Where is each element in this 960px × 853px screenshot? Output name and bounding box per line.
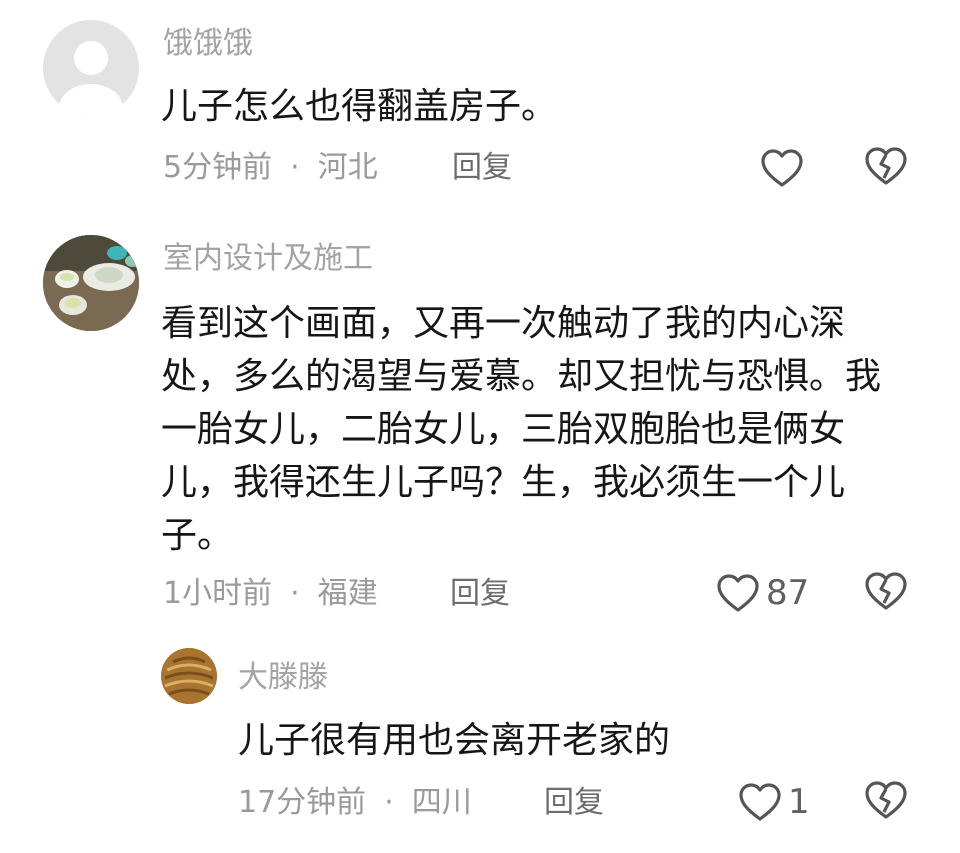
comment-time: 5分钟前 xyxy=(163,150,273,185)
reply-meta: 17分钟前 · 四川 xyxy=(238,785,472,821)
like-button[interactable]: 87 xyxy=(716,571,809,615)
dislike-button[interactable] xyxy=(864,571,908,615)
reply-button[interactable]: 回复 xyxy=(452,150,512,186)
default-person-icon xyxy=(59,41,123,116)
heart-icon xyxy=(760,148,804,188)
comment-item: 饿饿饿 儿子怎么也得翻盖房子。 5分钟前 · 河北 回复 xyxy=(0,0,960,210)
like-button[interactable]: 1 xyxy=(738,780,810,824)
like-count: 1 xyxy=(788,782,810,822)
broken-heart-icon xyxy=(864,571,908,611)
reply-button[interactable]: 回复 xyxy=(544,785,604,821)
separator-dot: · xyxy=(290,150,300,185)
broken-heart-icon xyxy=(864,146,908,186)
broken-heart-icon xyxy=(864,780,908,820)
woven-basket-icon xyxy=(161,648,217,704)
comment-username[interactable]: 室内设计及施工 xyxy=(163,241,373,277)
reply-text: 儿子很有用也会离开老家的 xyxy=(238,720,671,761)
separator-dot: · xyxy=(384,785,394,820)
comment-meta: 5分钟前 · 河北 xyxy=(163,150,378,186)
comment-location: 福建 xyxy=(317,576,378,611)
like-button[interactable] xyxy=(760,146,810,190)
like-count: 87 xyxy=(766,573,810,613)
comment-meta: 1小时前 · 福建 xyxy=(163,576,378,612)
comment-item: 室内设计及施工 看到这个画面，又再一次触动了我的内心深处，多么的渴望与爱慕。却又… xyxy=(0,225,960,635)
heart-icon xyxy=(738,782,782,822)
tea-cups-icon xyxy=(43,235,139,331)
heart-icon xyxy=(716,573,760,613)
reply-username[interactable]: 大滕滕 xyxy=(238,660,328,696)
avatar[interactable] xyxy=(43,235,139,331)
reply-location: 四川 xyxy=(411,785,472,820)
avatar[interactable] xyxy=(161,648,217,704)
comment-text: 看到这个画面，又再一次触动了我的内心深处，多么的渴望与爱慕。却又担忧与恐惧。我一… xyxy=(161,303,882,556)
dislike-button[interactable] xyxy=(864,146,908,190)
comment-time: 1小时前 xyxy=(163,576,273,611)
dislike-button[interactable] xyxy=(864,780,908,824)
separator-dot: · xyxy=(290,576,300,611)
reply-button[interactable]: 回复 xyxy=(450,576,510,612)
reply-item: 大滕滕 儿子很有用也会离开老家的 17分钟前 · 四川 回复 1 xyxy=(0,640,960,853)
comment-text: 儿子怎么也得翻盖房子。 xyxy=(161,86,558,127)
comment-location: 河北 xyxy=(317,150,378,185)
reply-time: 17分钟前 xyxy=(238,785,367,820)
avatar[interactable] xyxy=(43,20,139,116)
comment-username[interactable]: 饿饿饿 xyxy=(163,26,253,62)
